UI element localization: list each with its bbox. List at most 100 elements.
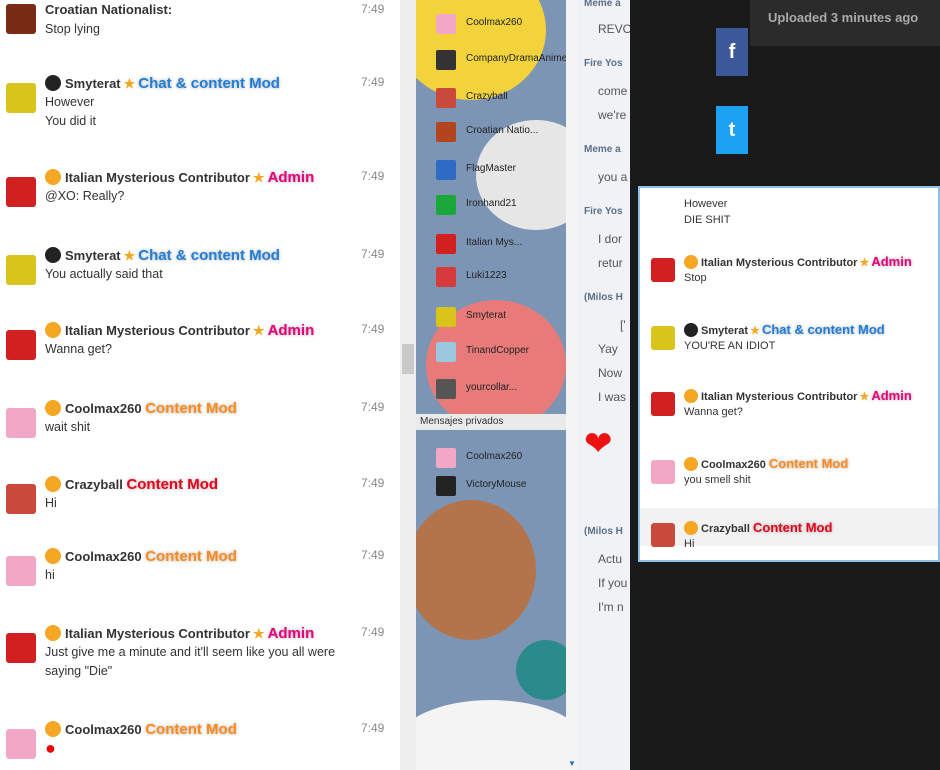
- username[interactable]: Smyterat: [65, 248, 121, 263]
- avatar[interactable]: [6, 408, 36, 438]
- avatar[interactable]: [6, 330, 36, 360]
- message-text: you smell shit: [684, 474, 751, 486]
- avatar[interactable]: [651, 392, 675, 416]
- scroll-down-arrow-icon[interactable]: ▼: [568, 759, 576, 768]
- message-text: ●: [45, 738, 56, 758]
- avatar[interactable]: [6, 4, 36, 34]
- user-name: Italian Mys...: [466, 237, 523, 248]
- private-message-item[interactable]: VictoryMouse: [436, 474, 566, 498]
- avatar[interactable]: [651, 326, 675, 350]
- background-art: [516, 640, 566, 700]
- twitter-share-button[interactable]: t: [716, 106, 748, 154]
- timestamp: 7:49: [361, 247, 385, 261]
- timestamp: 7:49: [361, 476, 385, 490]
- upload-status-text: Uploaded 3 minutes ago: [768, 10, 919, 25]
- avatar[interactable]: [6, 484, 36, 514]
- username[interactable]: Italian Mysterious Contributor: [701, 257, 857, 269]
- user-list-item[interactable]: Croatian Natio...: [436, 120, 566, 144]
- avatar[interactable]: [6, 556, 36, 586]
- message-text: [': [620, 318, 626, 332]
- user-list-panel: Coolmax260 CompanyDramaAnime Crazyball Croa…: [416, 0, 566, 770]
- user-list-item[interactable]: Ironhand21: [436, 193, 566, 217]
- user-list-item[interactable]: TinandCopper: [436, 340, 566, 364]
- chat-scrollbar[interactable]: [400, 0, 416, 770]
- avatar[interactable]: [6, 255, 36, 285]
- username[interactable]: Italian Mysterious Contributor: [65, 170, 250, 185]
- username[interactable]: Smyterat: [701, 325, 748, 337]
- user-badge-icon: [45, 548, 61, 564]
- user-badge-icon: [684, 521, 698, 535]
- username[interactable]: (Milos H: [584, 292, 623, 303]
- star-icon: ★: [750, 325, 760, 337]
- user-badge-icon: [45, 625, 61, 641]
- username[interactable]: Coolmax260: [65, 549, 142, 564]
- private-message-item[interactable]: Coolmax260: [436, 446, 566, 470]
- username[interactable]: (Milos H: [584, 526, 623, 537]
- avatar: [436, 195, 456, 215]
- message-text: Just give me a minute and it'll seem lik…: [45, 645, 336, 659]
- user-badge-icon: [684, 323, 698, 337]
- avatar[interactable]: [6, 177, 36, 207]
- username[interactable]: Italian Mysterious Contributor: [65, 323, 250, 338]
- user-list-item[interactable]: FlagMaster: [436, 158, 566, 182]
- scrollbar-thumb[interactable]: [402, 344, 414, 374]
- username[interactable]: Crazyball: [701, 523, 750, 535]
- background-art: [416, 500, 536, 640]
- avatar[interactable]: [651, 523, 675, 547]
- secondary-chat-log: Meme a Fire Yos Meme a Fire Yos (Milos H (Mil…: [578, 0, 630, 770]
- username[interactable]: Fire Yos: [584, 206, 623, 217]
- avatar: [436, 122, 456, 142]
- avatar[interactable]: [6, 729, 36, 759]
- chat-message: Crazyball Content Mod Hi: [640, 508, 938, 550]
- avatar[interactable]: [6, 83, 36, 113]
- user-list-item[interactable]: Coolmax260: [436, 12, 566, 36]
- message-text: I was: [598, 390, 627, 404]
- avatar: [436, 50, 456, 70]
- message-text: wait shit: [45, 420, 91, 434]
- username[interactable]: Meme a: [584, 0, 621, 9]
- avatar[interactable]: [651, 258, 675, 282]
- avatar: [436, 14, 456, 34]
- facebook-icon: f: [728, 41, 736, 63]
- username[interactable]: Fire Yos: [584, 58, 623, 69]
- timestamp: 7:49: [361, 2, 385, 16]
- username[interactable]: Smyterat: [65, 76, 121, 91]
- username[interactable]: Coolmax260: [65, 722, 142, 737]
- username[interactable]: Coolmax260: [701, 459, 766, 471]
- user-name: Coolmax260: [466, 451, 523, 462]
- star-icon: ★: [252, 323, 265, 338]
- username[interactable]: Italian Mysterious Contributor: [65, 626, 250, 641]
- facebook-share-button[interactable]: f: [716, 28, 748, 76]
- username[interactable]: Croatian Nationalist:: [45, 2, 172, 17]
- message-text: Actu: [598, 552, 623, 566]
- avatar[interactable]: [6, 633, 36, 663]
- message-text: we're: [598, 108, 627, 122]
- avatar[interactable]: [651, 460, 675, 484]
- role-badge: Content Mod: [126, 476, 219, 493]
- username[interactable]: Meme a: [584, 144, 621, 155]
- user-list-item[interactable]: Luki1223: [436, 265, 566, 289]
- role-badge: Content Mod: [145, 548, 237, 565]
- message-text: DIE SHIT: [684, 214, 731, 226]
- user-list-item[interactable]: Crazyball: [436, 86, 566, 110]
- user-list-item[interactable]: yourcollar...: [436, 377, 566, 401]
- username[interactable]: Crazyball: [65, 477, 123, 492]
- user-list-item[interactable]: CompanyDramaAnime: [436, 48, 566, 72]
- user-name: Crazyball: [466, 91, 508, 102]
- user-list-item[interactable]: Italian Mys...: [436, 232, 566, 256]
- private-messages-header: Mensajes privados: [416, 414, 566, 430]
- message-text: You did it: [45, 114, 96, 128]
- username[interactable]: Coolmax260: [65, 401, 142, 416]
- user-list-scrollbar[interactable]: ▼: [566, 0, 578, 770]
- user-list-item[interactable]: Smyterat: [436, 305, 566, 329]
- background-art: [416, 700, 566, 770]
- username[interactable]: Italian Mysterious Contributor: [701, 391, 857, 403]
- star-icon: ★: [123, 76, 136, 91]
- user-badge-icon: [45, 169, 61, 185]
- message-text: you a: [598, 170, 628, 184]
- message-text: Stop: [684, 272, 707, 284]
- avatar: [436, 476, 456, 496]
- avatar: [436, 379, 456, 399]
- avatar: [436, 307, 456, 327]
- user-badge-icon: [684, 255, 698, 269]
